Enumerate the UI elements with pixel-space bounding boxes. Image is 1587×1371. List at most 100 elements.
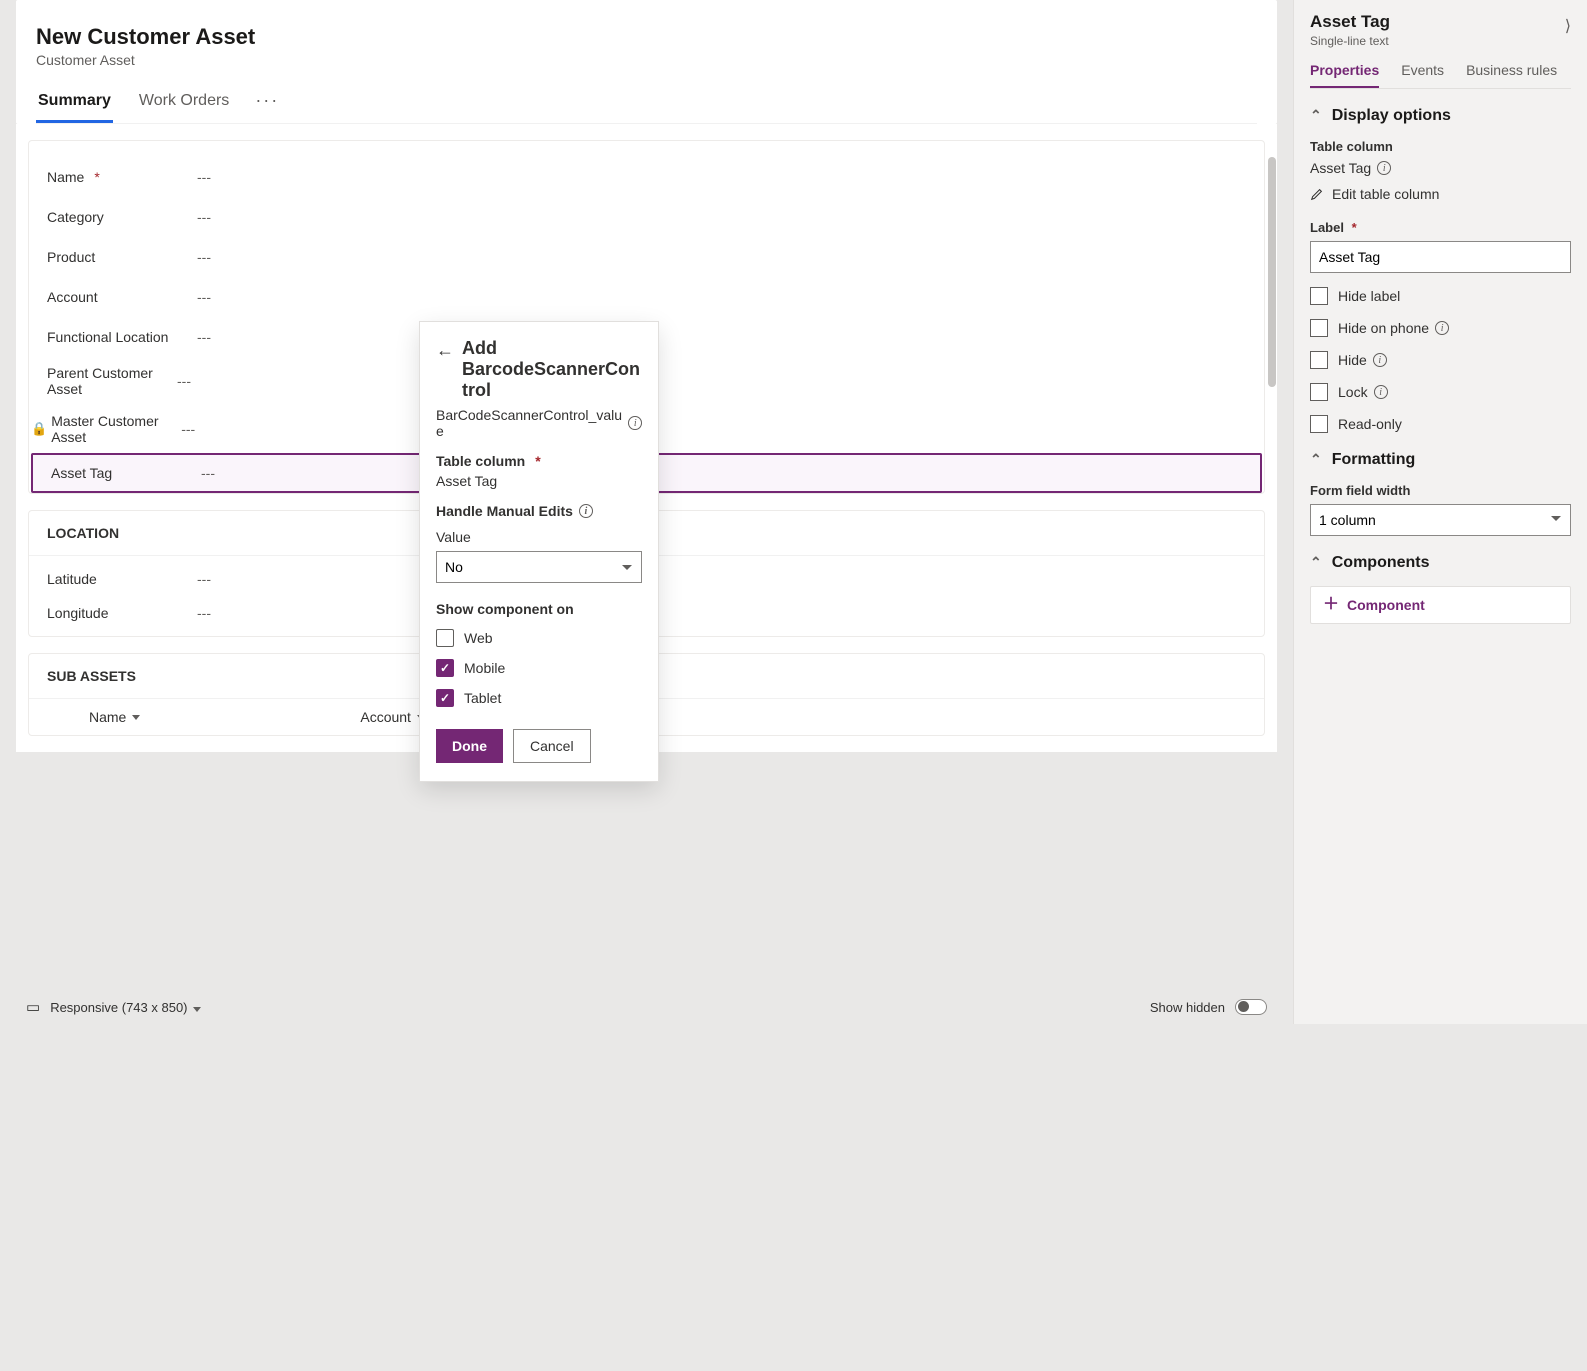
field-account[interactable]: Account --- (29, 277, 1264, 317)
cancel-button[interactable]: Cancel (513, 729, 591, 763)
field-value: --- (177, 373, 1246, 389)
done-button[interactable]: Done (436, 729, 503, 763)
back-arrow-icon[interactable]: ← (436, 338, 454, 363)
value-label: Value (436, 529, 642, 545)
layout-icon: ▭ (26, 998, 40, 1016)
add-component-popover: ← Add BarcodeScannerControl BarCodeScann… (420, 322, 658, 781)
field-value: --- (197, 571, 1246, 587)
field-value: --- (201, 465, 1242, 481)
panel-title: Asset Tag (1310, 12, 1390, 32)
field-name[interactable]: Name * --- (29, 157, 1264, 197)
tab-work-orders[interactable]: Work Orders (137, 86, 231, 123)
show-hidden-toggle[interactable] (1235, 999, 1267, 1015)
value-select[interactable]: No (436, 551, 642, 583)
field-label: Latitude (47, 571, 97, 587)
table-column-label: Table column (1310, 139, 1571, 154)
popover-subtitle: BarCodeScannerControl_value i (436, 407, 642, 439)
info-icon[interactable]: i (1377, 161, 1391, 175)
checkbox-label: Read-only (1338, 416, 1402, 432)
field-label: Account (47, 289, 98, 305)
checkbox-label: Mobile (464, 660, 505, 676)
checkbox-label: Hide i (1338, 352, 1387, 368)
field-label: Category (47, 209, 104, 225)
show-component-on-label: Show component on (436, 601, 642, 617)
table-column-label: Table column * (436, 453, 642, 469)
checkbox-label: Web (464, 630, 493, 646)
checkbox-hide-on-phone[interactable] (1310, 319, 1328, 337)
handle-manual-edits-label: Handle Manual Edits i (436, 503, 642, 519)
column-header-name[interactable]: Name (89, 709, 140, 725)
add-component-button[interactable]: ＋ Component (1310, 586, 1571, 624)
show-hidden-label: Show hidden (1150, 1000, 1225, 1015)
info-icon[interactable]: i (1373, 353, 1387, 367)
form-field-width-select[interactable]: 1 column (1310, 504, 1571, 536)
required-star-icon: * (1352, 220, 1357, 235)
chevron-down-icon (193, 1007, 201, 1012)
pencil-icon (1310, 187, 1324, 201)
popover-title: Add BarcodeScannerControl (462, 338, 642, 401)
table-column-value: Asset Tag (1310, 160, 1371, 176)
responsive-mode-button[interactable]: Responsive (743 x 850) (50, 1000, 201, 1015)
info-icon[interactable]: i (1374, 385, 1388, 399)
edit-table-column-link[interactable]: Edit table column (1310, 186, 1571, 202)
field-product[interactable]: Product --- (29, 237, 1264, 277)
chevron-up-icon: ⌃ (1310, 107, 1322, 124)
info-icon[interactable]: i (579, 504, 593, 518)
section-components[interactable]: ⌃ Components (1310, 554, 1571, 572)
field-value: --- (197, 329, 1246, 345)
chevron-up-icon: ⌃ (1310, 451, 1322, 468)
info-icon[interactable]: i (1435, 321, 1449, 335)
scrollbar[interactable] (1268, 157, 1276, 387)
checkbox-hide[interactable] (1310, 351, 1328, 369)
panel-tab-business-rules[interactable]: Business rules (1466, 62, 1557, 88)
form-subtitle: Customer Asset (36, 52, 1257, 68)
section-display-options[interactable]: ⌃ Display options (1310, 107, 1571, 125)
collapse-panel-button[interactable]: ⟩ (1565, 16, 1571, 36)
tab-overflow-button[interactable]: ··· (255, 90, 279, 119)
field-label: Asset Tag (51, 465, 112, 481)
field-category[interactable]: Category --- (29, 197, 1264, 237)
checkbox-label: Tablet (464, 690, 501, 706)
field-value: --- (197, 169, 1246, 185)
info-icon[interactable]: i (628, 416, 642, 430)
required-star-icon: * (94, 169, 99, 185)
panel-subtitle: Single-line text (1310, 34, 1390, 48)
properties-panel: Asset Tag Single-line text ⟩ Properties … (1293, 0, 1587, 1024)
form-field-width-label: Form field width (1310, 483, 1571, 498)
lock-icon: 🔒 (31, 421, 47, 437)
chevron-down-icon (132, 715, 140, 720)
tab-summary[interactable]: Summary (36, 86, 113, 123)
column-label: Account (360, 709, 411, 725)
field-label: Longitude (47, 605, 109, 621)
panel-tab-properties[interactable]: Properties (1310, 62, 1379, 88)
label-field-label: Label * (1310, 220, 1571, 235)
form-title: New Customer Asset (36, 24, 1257, 50)
bottom-bar: ▭ Responsive (743 x 850) Show hidden (16, 990, 1277, 1024)
checkbox-lock[interactable] (1310, 383, 1328, 401)
chevron-up-icon: ⌃ (1310, 554, 1322, 571)
field-value: --- (197, 289, 1246, 305)
field-label: Master Customer Asset (51, 413, 181, 445)
column-label: Name (89, 709, 126, 725)
field-value: --- (197, 249, 1246, 265)
checkbox-web[interactable] (436, 629, 454, 647)
checkbox-tablet[interactable] (436, 689, 454, 707)
field-label: Name (47, 169, 84, 185)
checkbox-label: Hide on phone i (1338, 320, 1449, 336)
checkbox-hide-label[interactable] (1310, 287, 1328, 305)
required-star-icon: * (535, 453, 540, 469)
field-value: --- (197, 605, 1246, 621)
plus-icon: ＋ (1323, 597, 1339, 613)
checkbox-label: Hide label (1338, 288, 1400, 304)
field-value: --- (197, 209, 1246, 225)
column-header-account[interactable]: Account (360, 709, 425, 725)
panel-tab-events[interactable]: Events (1401, 62, 1444, 88)
table-column-value: Asset Tag (436, 473, 642, 489)
field-label: Functional Location (47, 329, 168, 345)
section-formatting[interactable]: ⌃ Formatting (1310, 451, 1571, 469)
field-value: --- (181, 421, 1246, 437)
checkbox-read-only[interactable] (1310, 415, 1328, 433)
checkbox-mobile[interactable] (436, 659, 454, 677)
label-input[interactable] (1310, 241, 1571, 273)
checkbox-label: Lock i (1338, 384, 1388, 400)
